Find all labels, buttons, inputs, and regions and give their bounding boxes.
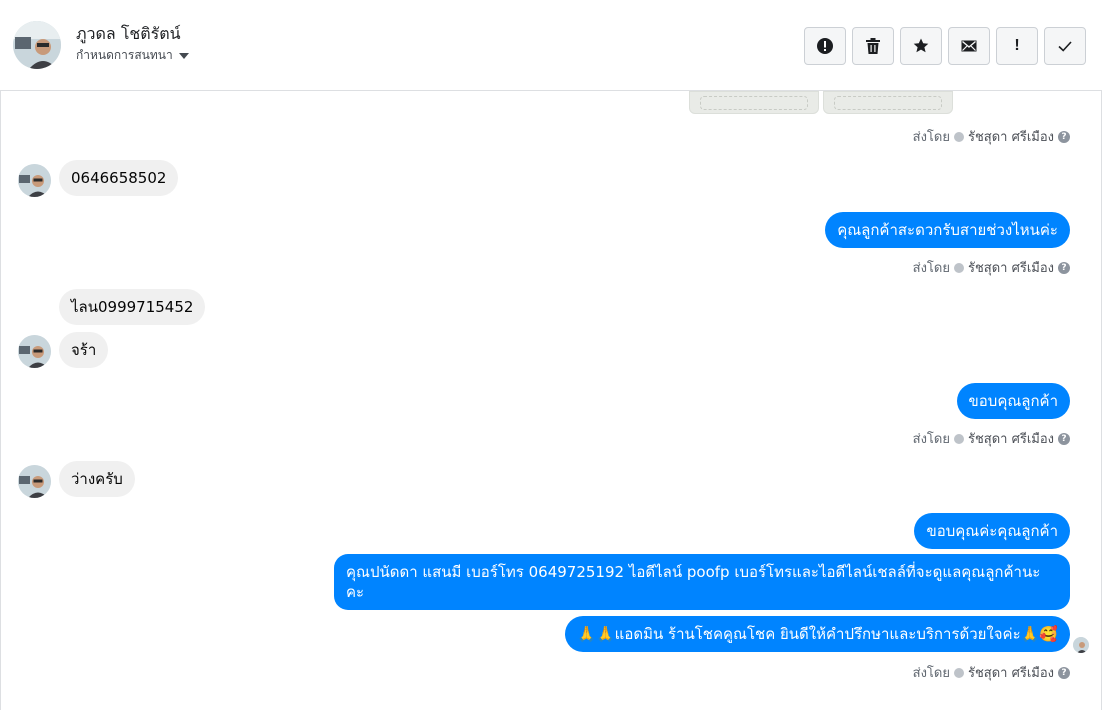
sent-by-prefix: ส่งโดย: [912, 130, 950, 145]
sent-by-prefix: ส่งโดย: [912, 261, 950, 276]
agent-avatar-icon: [953, 667, 964, 678]
image-attachment[interactable]: [689, 91, 819, 114]
agent-avatar-icon: [953, 262, 964, 273]
checkmark-icon: [1058, 41, 1072, 52]
caret-down-icon: [178, 52, 189, 59]
envelope-icon: [961, 40, 977, 52]
delete-button[interactable]: [852, 27, 894, 65]
message-bubble-incoming[interactable]: จร้า: [59, 332, 109, 368]
message-bubble-incoming[interactable]: 0646658502: [59, 160, 179, 196]
image-attachment[interactable]: [823, 91, 953, 114]
sent-by-line: ส่งโดย รัชสุดา ศรีเมือง ?: [913, 662, 1070, 683]
assign-label: กำหนดการสนทนา: [76, 48, 173, 62]
message-bubble-incoming[interactable]: ไลน0999715452: [59, 289, 206, 325]
message-bubble-incoming[interactable]: ว่างครับ: [59, 461, 135, 497]
conversation-toolbar: !: [804, 27, 1086, 65]
mark-unread-button[interactable]: [948, 27, 990, 65]
help-icon[interactable]: ?: [1058, 666, 1070, 679]
sender-avatar[interactable]: [18, 465, 51, 498]
contact-avatar[interactable]: [13, 21, 61, 69]
sent-by-agent[interactable]: รัชสุดา ศรีเมือง: [968, 126, 1054, 147]
help-icon[interactable]: ?: [1058, 261, 1070, 274]
message-bubble-outgoing[interactable]: คุณปนัดดา แสนมี เบอร์โทร 0649725192 ไอดี…: [334, 554, 1070, 610]
follow-up-button[interactable]: !: [996, 27, 1038, 65]
mark-done-button[interactable]: [1044, 27, 1086, 65]
message-thread[interactable]: ส่งโดย รัชสุดา ศรีเมือง ? 0646658502 คุณ…: [0, 91, 1102, 710]
alert-circle-icon: [817, 38, 833, 54]
contact-name: ภูวดล โชติรัตน์: [76, 24, 181, 43]
sent-by-prefix: ส่งโดย: [912, 432, 950, 447]
assign-conversation-dropdown[interactable]: กำหนดการสนทนา: [76, 46, 189, 65]
sender-avatar[interactable]: [18, 335, 51, 368]
conversation-header: ภูวดล โชติรัตน์ กำหนดการสนทนา !: [0, 0, 1102, 91]
seen-indicator-avatar: [1073, 637, 1089, 653]
agent-avatar-icon: [953, 433, 964, 444]
agent-avatar-icon: [953, 131, 964, 142]
mark-spam-button[interactable]: [804, 27, 846, 65]
message-bubble-outgoing[interactable]: ขอบคุณค่ะคุณลูกค้า: [914, 513, 1070, 549]
sent-by-line: ส่งโดย รัชสุดา ศรีเมือง ?: [913, 126, 1070, 147]
sent-by-line: ส่งโดย รัชสุดา ศรีเมือง ?: [913, 257, 1070, 278]
help-icon[interactable]: ?: [1058, 432, 1070, 445]
sent-by-agent[interactable]: รัชสุดา ศรีเมือง: [968, 428, 1054, 449]
star-icon: [913, 38, 929, 53]
help-icon[interactable]: ?: [1058, 130, 1070, 143]
message-bubble-outgoing[interactable]: ขอบคุณลูกค้า: [956, 383, 1070, 419]
message-bubble-outgoing[interactable]: คุณลูกค้าสะดวกรับสายช่วงไหนค่ะ: [825, 212, 1070, 248]
sent-by-line: ส่งโดย รัชสุดา ศรีเมือง ?: [913, 428, 1070, 449]
star-button[interactable]: [900, 27, 942, 65]
sent-by-agent[interactable]: รัชสุดา ศรีเมือง: [968, 257, 1054, 278]
message-bubble-outgoing[interactable]: 🙏🙏แอดมิน ร้านโชคคูณโชค ยินดีให้คำปรึกษาแ…: [565, 616, 1070, 652]
sent-by-prefix: ส่งโดย: [912, 666, 950, 681]
trash-icon: [866, 38, 880, 54]
exclamation-icon: !: [1014, 37, 1020, 54]
sent-by-agent[interactable]: รัชสุดา ศรีเมือง: [968, 662, 1054, 683]
sender-avatar[interactable]: [18, 164, 51, 197]
